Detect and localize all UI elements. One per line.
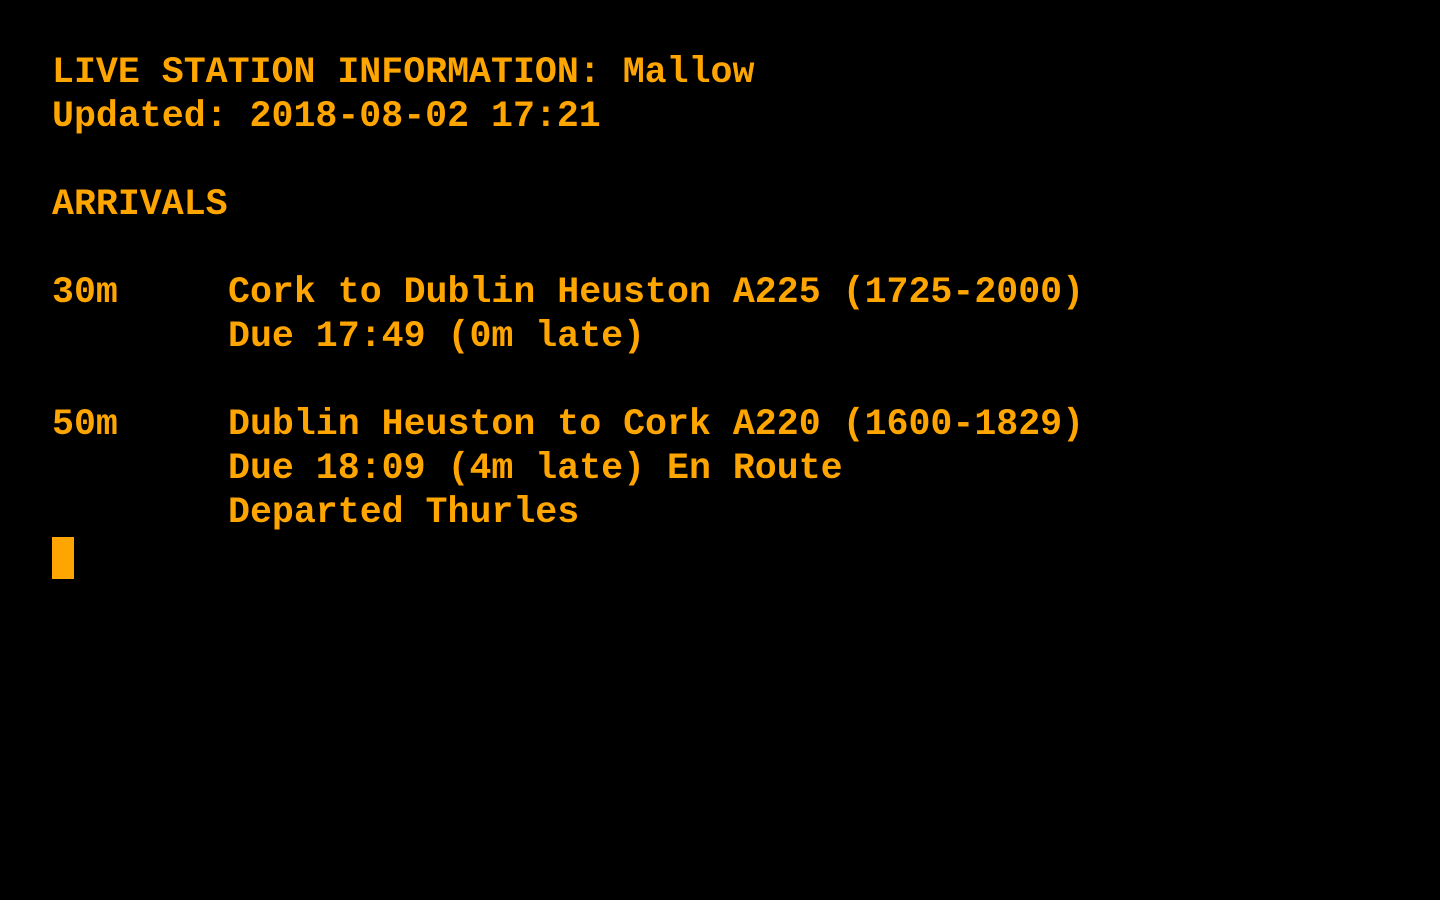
text-cursor	[52, 537, 74, 579]
indent	[52, 447, 228, 491]
arrival-minutes: 30m	[52, 272, 118, 313]
arrival-due-row: Due 18:09 (4m late) En Route	[52, 447, 1412, 491]
updated-timestamp: Updated: 2018-08-02 17:21	[52, 96, 601, 137]
arrival-row: 50m Dublin Heuston to Cork A220 (1600-18…	[52, 403, 1412, 447]
arrival-row: 30m Cork to Dublin Heuston A225 (1725-20…	[52, 271, 1412, 315]
arrival-due-row: Due 17:49 (0m late)	[52, 315, 1412, 359]
input-line[interactable]	[52, 535, 1412, 579]
indent	[52, 491, 228, 535]
arrival-route: Cork to Dublin Heuston A225 (1725-2000)	[228, 272, 1085, 313]
arrival-status-row: Departed Thurles	[52, 491, 1412, 535]
section-heading-arrivals: ARRIVALS	[52, 184, 228, 225]
arrival-minutes: 50m	[52, 404, 118, 445]
indent	[52, 315, 228, 359]
arrival-due: Due 18:09 (4m late) En Route	[228, 448, 843, 489]
arrival-status: Departed Thurles	[228, 492, 580, 533]
arrival-due: Due 17:49 (0m late)	[228, 316, 646, 357]
station-title: LIVE STATION INFORMATION: Mallow	[52, 52, 755, 93]
terminal-screen: LIVE STATION INFORMATION: Mallow Updated…	[52, 51, 1412, 871]
arrival-route: Dublin Heuston to Cork A220 (1600-1829)	[228, 404, 1085, 445]
